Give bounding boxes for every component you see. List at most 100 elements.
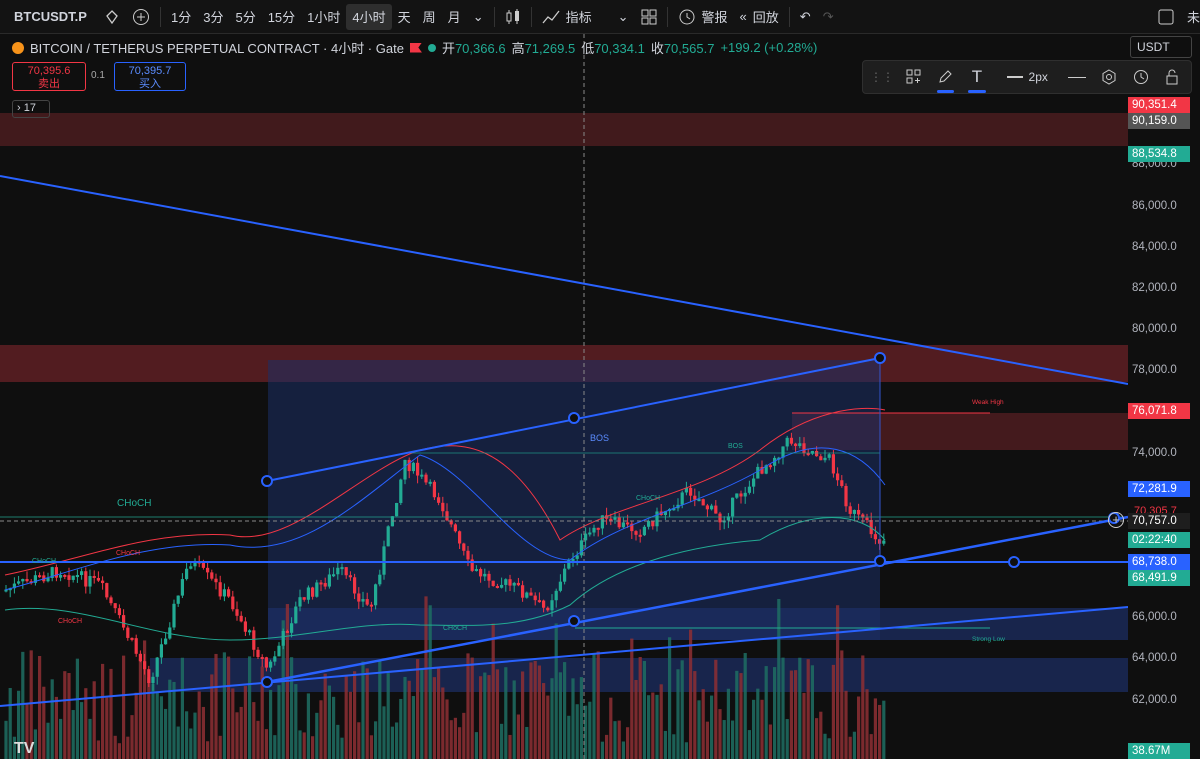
price-label: 88,534.8 [1128, 146, 1190, 162]
price-chart[interactable]: CHoCH CHoCH CHoCH CHoCH CHoCH CHoCH BOS … [0, 34, 1200, 759]
handle-point[interactable] [568, 412, 580, 424]
lock-icon[interactable] [1161, 66, 1183, 88]
candle-body [46, 577, 50, 582]
candle-body [201, 563, 205, 568]
interval-3[interactable]: 15分 [262, 4, 301, 30]
handle-point[interactable] [261, 676, 273, 688]
volume-bar [542, 683, 546, 759]
candle-body [269, 661, 273, 668]
candle-body [588, 532, 592, 535]
volume-bar [634, 679, 638, 759]
candle-body [311, 587, 315, 597]
candle-body [348, 575, 352, 578]
volume-bar [521, 671, 525, 759]
interval-dropdown-icon[interactable]: ⌄ [467, 4, 490, 30]
volume-bar [428, 605, 432, 759]
indicator-collapse-button[interactable]: › 17 [12, 100, 50, 118]
volume-bar [852, 731, 856, 759]
order-quantity[interactable]: 0.1 [91, 70, 105, 81]
handle-point[interactable] [1008, 556, 1020, 568]
volume-bar [638, 656, 642, 759]
chevron-down-icon[interactable]: ⌄ [618, 9, 629, 25]
volume-bar [105, 697, 109, 759]
handle-point[interactable] [874, 352, 886, 364]
interval-1[interactable]: 3分 [197, 4, 229, 30]
interval-6[interactable]: 天 [392, 4, 417, 30]
text-tool-icon[interactable]: T [966, 66, 988, 93]
volume-bar [109, 668, 113, 759]
add-symbol-icon[interactable] [126, 4, 156, 30]
volume-bar [487, 675, 491, 759]
interval-8[interactable]: 月 [442, 4, 467, 30]
bitcoin-icon [12, 41, 24, 54]
replay-button[interactable]: « 回放 [734, 4, 785, 30]
currency-select[interactable]: USDT [1130, 36, 1192, 58]
handle-point[interactable] [874, 555, 886, 567]
symbol-menu-icon[interactable] [98, 4, 126, 30]
undo-icon[interactable]: ↶ [794, 4, 817, 30]
candle-body [75, 575, 79, 578]
line-width-button[interactable]: 2px [998, 66, 1057, 88]
flag-icon[interactable] [409, 42, 422, 53]
low-value: 70,334.1 [594, 41, 645, 56]
candle-body [840, 480, 844, 486]
choch-small-label: CHoCH [636, 495, 660, 502]
candle-body [655, 511, 659, 527]
layout-icon[interactable] [635, 4, 663, 30]
volume-bar [101, 663, 105, 759]
price-label: 76,071.8 [1128, 403, 1190, 419]
volume-bar [726, 688, 730, 759]
indicators-button[interactable]: 指标 ⌄ [536, 4, 635, 30]
volume-bar [332, 696, 336, 759]
interval-7[interactable]: 周 [417, 4, 442, 30]
axis-tick-label: 74,000.0 [1132, 447, 1177, 459]
candle-body [180, 579, 184, 596]
top-toolbar: BTCUSDT.P 1分 3分 5分 15分 1小时 4小时天周月 ⌄ 指标 ⌄ 警报 «… [0, 0, 1200, 34]
candle-body [88, 576, 92, 587]
candle-body [147, 669, 151, 684]
volume-bar [600, 741, 604, 759]
handle-point[interactable] [261, 475, 273, 487]
candle-body [453, 524, 457, 532]
volume-bar [42, 686, 46, 759]
axis-tick-label: 78,000.0 [1132, 364, 1177, 376]
volume-bar [537, 665, 541, 759]
settings-icon[interactable] [1098, 66, 1120, 88]
volume-bar [80, 702, 84, 759]
symbol-search[interactable]: BTCUSDT.P [0, 4, 98, 30]
volume-bar [416, 659, 420, 759]
candle-body [756, 466, 760, 479]
candle-body [143, 661, 147, 670]
volume-bar [193, 712, 197, 759]
volume-bar [75, 658, 79, 759]
volume-bar [680, 660, 684, 759]
volume-bar [197, 691, 201, 759]
candle-body [579, 540, 583, 556]
sell-button[interactable]: 70,395.6 卖出 [12, 62, 86, 91]
fullscreen-icon[interactable] [1151, 4, 1181, 30]
volume-bar [819, 711, 823, 759]
price-label: 90,351.4 [1128, 97, 1190, 113]
drag-handle-icon[interactable]: ⋮⋮ [870, 66, 894, 88]
alert-clock-icon[interactable] [1130, 66, 1152, 88]
add-price-line-icon[interactable]: + [1108, 512, 1124, 528]
candle-type-icon[interactable] [499, 4, 527, 30]
candle-body [458, 531, 462, 544]
pencil-icon[interactable] [935, 66, 957, 93]
alert-button[interactable]: 警报 [672, 4, 734, 30]
interval-2[interactable]: 5分 [229, 4, 261, 30]
volume-bar [222, 652, 226, 759]
template-icon[interactable] [903, 66, 925, 88]
interval-5[interactable]: 4小时 [346, 3, 392, 30]
price-axis[interactable] [1128, 34, 1200, 759]
interval-0[interactable]: 1分 [165, 4, 197, 30]
handle-point[interactable] [568, 615, 580, 627]
candle-body [138, 653, 142, 662]
line-style-icon[interactable] [1067, 66, 1089, 88]
price-label: 68,738.0 [1128, 554, 1190, 570]
chart-legend: BITCOIN / TETHERUS PERPETUAL CONTRACT · … [12, 38, 817, 57]
interval-4[interactable]: 1小时 [301, 4, 346, 30]
volume-bar [479, 676, 483, 759]
redo-icon[interactable]: ↷ [817, 4, 840, 30]
buy-button[interactable]: 70,395.7 买入 [114, 62, 186, 91]
